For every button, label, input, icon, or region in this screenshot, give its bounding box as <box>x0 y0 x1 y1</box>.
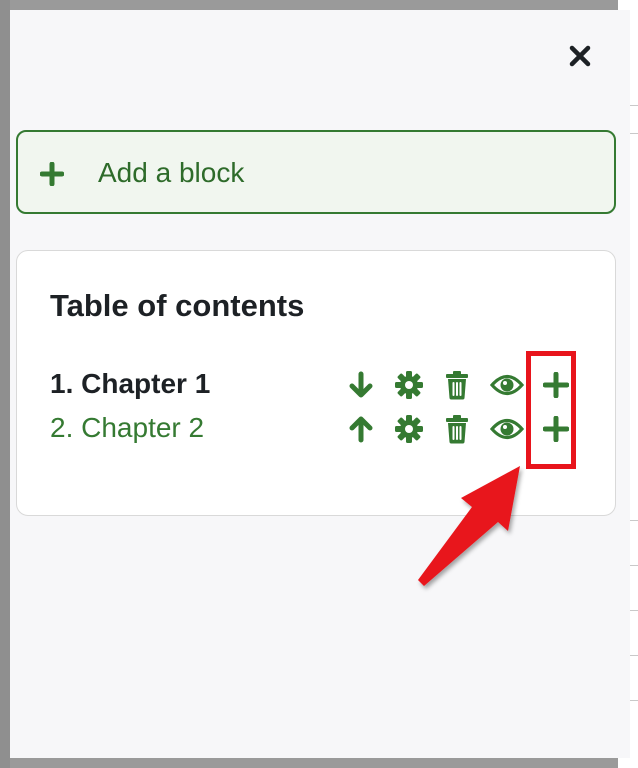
background-page-left <box>0 0 10 768</box>
block-drawer: Add a block Table of contents 1. Chapter… <box>10 10 630 758</box>
annotation-arrow <box>418 466 520 586</box>
